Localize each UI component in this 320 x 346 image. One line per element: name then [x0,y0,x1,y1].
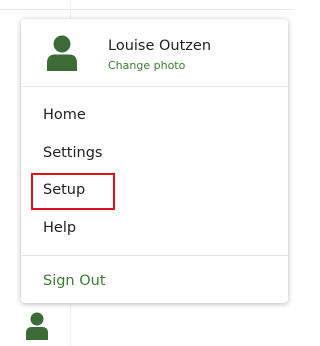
profile-header: Louise Outzen Change photo [21,19,288,86]
user-name: Louise Outzen [108,38,212,54]
menu-divider [21,86,288,87]
user-avatar-icon [47,35,77,71]
sign-out-link[interactable]: Sign Out [43,273,106,289]
user-dropdown-menu: Louise Outzen Change photo Home Settings… [21,19,288,303]
user-avatar-icon[interactable] [25,312,49,340]
background-divider [0,9,293,10]
highlight-box [31,173,115,210]
change-photo-link[interactable]: Change photo [108,59,185,72]
menu-divider [21,255,288,256]
menu-item-help[interactable]: Help [43,220,76,236]
page: Louise Outzen Change photo Home Settings… [0,0,293,346]
menu-item-settings[interactable]: Settings [43,145,102,161]
menu-item-home[interactable]: Home [43,107,86,123]
